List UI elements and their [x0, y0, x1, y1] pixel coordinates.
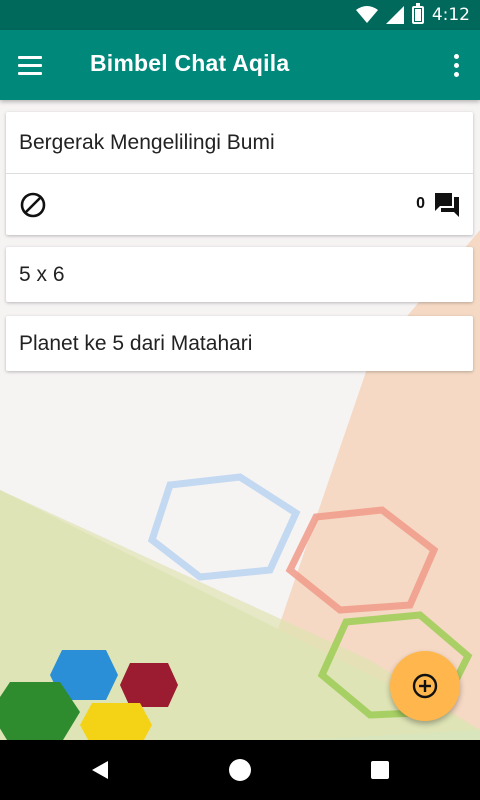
- question-title: 5 x 6: [19, 262, 65, 286]
- more-options-button[interactable]: [450, 50, 462, 80]
- question-card[interactable]: Planet ke 5 dari Matahari: [6, 316, 473, 371]
- add-question-fab[interactable]: [390, 651, 460, 721]
- question-title: Planet ke 5 dari Matahari: [19, 331, 253, 355]
- add-circle-icon: [412, 673, 438, 699]
- question-card[interactable]: 5 x 6: [6, 247, 473, 302]
- question-title: Bergerak Mengelilingi Bumi: [19, 130, 275, 154]
- system-nav-bar: [0, 740, 480, 800]
- comment-count: 0: [416, 195, 425, 212]
- more-vert-icon: [453, 53, 459, 59]
- back-triangle-icon[interactable]: [90, 760, 110, 780]
- battery-icon: [411, 3, 424, 24]
- menu-button[interactable]: [18, 48, 52, 82]
- recent-square-icon[interactable]: [371, 761, 389, 779]
- home-circle-icon[interactable]: [229, 759, 251, 781]
- status-bar: 4:12: [0, 0, 480, 30]
- block-icon[interactable]: [20, 192, 46, 218]
- wifi-icon: [355, 6, 378, 23]
- app-title: Bimbel Chat Aqila: [90, 50, 290, 76]
- forum-icon[interactable]: [433, 191, 461, 219]
- app-bar: Bimbel Chat Aqila: [0, 30, 480, 100]
- signal-icon: [385, 6, 404, 24]
- status-time: 4:12: [431, 5, 470, 25]
- hamburger-icon: [18, 55, 42, 59]
- question-card[interactable]: Bergerak Mengelilingi Bumi 0: [6, 112, 473, 235]
